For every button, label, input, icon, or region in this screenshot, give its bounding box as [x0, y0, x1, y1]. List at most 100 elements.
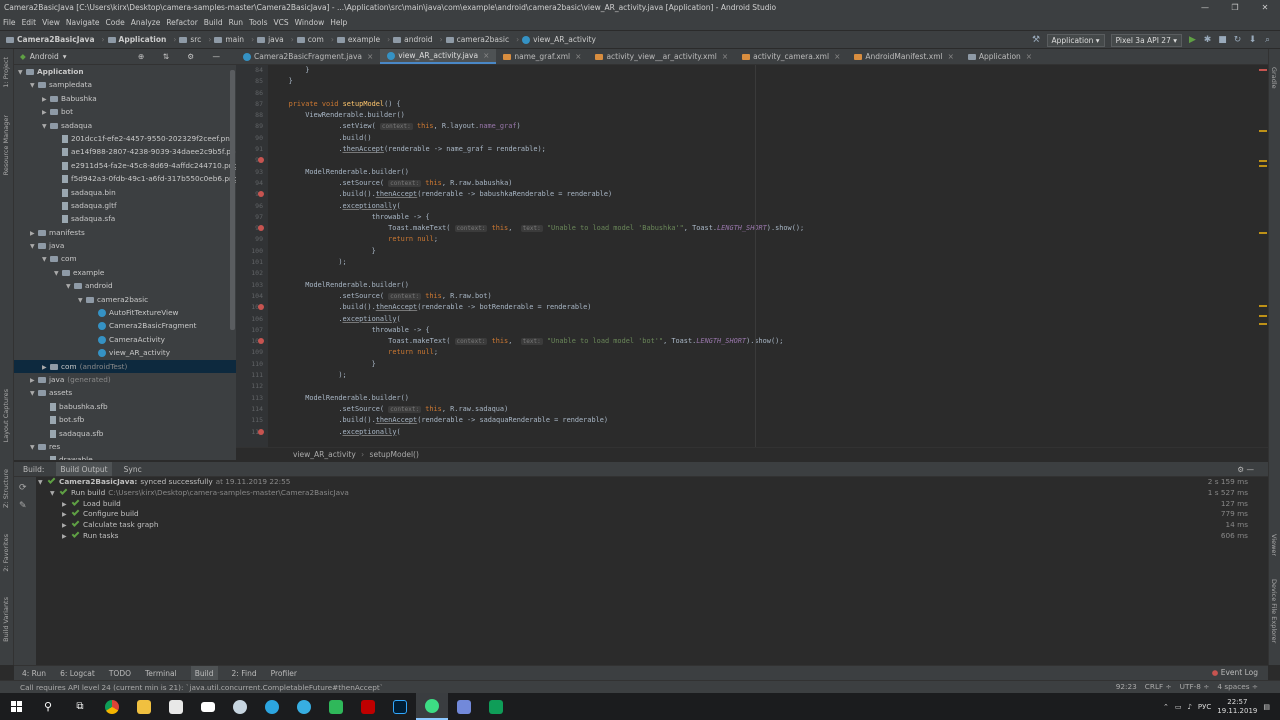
chevron-down-icon[interactable]: ▾ — [63, 49, 67, 65]
network-icon[interactable]: ▭ — [1175, 703, 1182, 711]
hammer-icon[interactable]: ⚒ — [1032, 35, 1041, 45]
tree-item[interactable]: e2911d54-fa2e-45c8-8d69-4affdc244710.png — [14, 159, 236, 172]
sdk-icon[interactable]: ⬇ — [1248, 35, 1257, 45]
menu-item-analyze[interactable]: Analyze — [128, 18, 164, 27]
expand-arrow-icon[interactable]: ▼ — [42, 120, 50, 133]
tree-item[interactable]: ▶ com (androidTest) — [14, 359, 236, 373]
code-line[interactable]: ViewRenderable.builder() — [268, 110, 1258, 121]
mail-icon[interactable] — [192, 693, 224, 720]
expand-arrow-icon[interactable]: ▼ — [30, 240, 38, 253]
tab-file[interactable]: activity_camera.xml × — [735, 49, 847, 64]
tree-item[interactable]: ▶ bot — [14, 105, 236, 118]
tree-item[interactable]: ▼ sadaqua — [14, 119, 236, 132]
tool-tab-run[interactable]: 4: Run — [22, 666, 46, 680]
code-line[interactable]: Toast.makeText( context: this, text: "Un… — [268, 223, 1258, 234]
side-tab[interactable]: 2: Favorites — [2, 534, 10, 572]
gear-icon[interactable]: ⚙ — — [1233, 462, 1258, 476]
device-select[interactable]: Pixel 3a API 27 ▾ — [1110, 33, 1182, 47]
code-line[interactable]: throwable -> { — [268, 325, 1258, 336]
menu-item-refactor[interactable]: Refactor — [163, 18, 200, 27]
expand-arrow-icon[interactable]: ▼ — [18, 66, 26, 79]
breakpoint-icon[interactable] — [258, 191, 264, 198]
error-stripe-mark[interactable] — [1259, 315, 1267, 317]
tree-item[interactable]: bot.sfb — [14, 413, 236, 426]
tree-item[interactable]: drawable — [14, 453, 236, 460]
menu-item-build[interactable]: Build — [201, 18, 226, 27]
code-line[interactable]: .setSource( context: this, R.raw.sadaqua… — [268, 404, 1258, 415]
tab-file[interactable]: name_graf.xml × — [496, 49, 588, 64]
code-line[interactable]: } — [268, 359, 1258, 370]
tab-file[interactable]: view_AR_activity.java × — [380, 48, 497, 64]
expand-arrow-icon[interactable]: ▶ — [42, 93, 50, 106]
tab-file[interactable]: Application × — [961, 49, 1039, 64]
breadcrumb-item[interactable]: android — [393, 35, 433, 44]
code-line[interactable]: return null; — [268, 347, 1258, 358]
menu-item-run[interactable]: Run — [226, 18, 246, 27]
steam-icon[interactable] — [224, 693, 256, 720]
side-tab[interactable]: Resource Manager — [2, 115, 10, 175]
expand-arrow-icon[interactable]: ▶ — [30, 374, 38, 387]
close-icon[interactable]: × — [834, 49, 840, 65]
error-stripe-mark[interactable] — [1259, 323, 1267, 325]
refresh-icon[interactable]: ⟳ — [14, 477, 36, 499]
volume-icon[interactable]: ♪ — [1187, 703, 1191, 711]
breadcrumb-item[interactable]: src — [179, 35, 201, 44]
code-line[interactable]: } — [268, 65, 1258, 76]
tree-item[interactable]: ▼ Application — [14, 65, 236, 78]
minimize-button[interactable]: — — [1190, 0, 1220, 15]
pin-icon[interactable]: ✎ — [14, 499, 36, 513]
menu-item-help[interactable]: Help — [327, 18, 350, 27]
tree-item[interactable]: ▼ java — [14, 239, 236, 252]
expand-arrow-icon[interactable]: ▶ — [42, 106, 50, 119]
windows-start-icon[interactable] — [0, 693, 32, 720]
stop-icon[interactable]: ■ — [1218, 35, 1227, 45]
tab-file[interactable]: activity_view__ar_activity.xml × — [588, 49, 735, 64]
file-encoding[interactable]: UTF-8 ÷ — [1180, 680, 1210, 693]
build-row[interactable]: ▶ Configure build 779 ms — [36, 508, 1268, 520]
breadcrumb-item[interactable]: Application — [107, 35, 166, 44]
close-button[interactable]: ✕ — [1250, 0, 1280, 15]
side-tab[interactable]: Viewer — [1270, 534, 1278, 556]
tree-item[interactable]: ▼ assets — [14, 386, 236, 399]
code-line[interactable]: .setSource( context: this, R.raw.bot) — [268, 291, 1258, 302]
breadcrumb-class[interactable]: view_AR_activity — [293, 450, 356, 459]
code-line[interactable]: return null; — [268, 234, 1258, 245]
code-line[interactable] — [268, 88, 1258, 99]
tool-tab-profiler[interactable]: Profiler — [271, 666, 297, 680]
debug-icon[interactable]: ✱ — [1203, 35, 1212, 45]
event-log-button[interactable]: ● Event Log — [1212, 665, 1258, 680]
tree-item[interactable]: view_AR_activity — [14, 346, 236, 359]
tree-item[interactable]: ▼ sampledata — [14, 78, 236, 91]
code-editor[interactable]: } } private void setupModel() { ViewRend… — [268, 65, 1258, 447]
code-line[interactable]: ModelRenderable.builder() — [268, 393, 1258, 404]
tree-item[interactable]: CameraActivity — [14, 333, 236, 346]
tree-scrollbar[interactable] — [230, 70, 235, 330]
breakpoint-icon[interactable] — [258, 304, 264, 311]
tree-item[interactable]: Camera2BasicFragment — [14, 319, 236, 332]
telegram-icon[interactable] — [256, 693, 288, 720]
side-tab[interactable]: Gradle — [1270, 67, 1278, 89]
side-tab[interactable]: Layout Captures — [2, 389, 10, 442]
breadcrumb-item[interactable]: example — [336, 35, 380, 44]
side-tab[interactable]: 1: Project — [2, 57, 10, 88]
code-line[interactable]: .build().thenAccept(renderable -> sadaqu… — [268, 415, 1258, 426]
tool-tab-logcat[interactable]: 6: Logcat — [60, 666, 95, 680]
app-green-icon[interactable] — [320, 693, 352, 720]
chrome-icon[interactable] — [96, 693, 128, 720]
maximize-button[interactable]: ❐ — [1220, 0, 1250, 15]
breakpoint-icon[interactable] — [258, 225, 264, 232]
android-studio-icon[interactable] — [416, 693, 448, 720]
breadcrumb-item[interactable]: main — [214, 35, 244, 44]
menu-item-edit[interactable]: Edit — [19, 18, 40, 27]
code-line[interactable]: .exceptionally( — [268, 201, 1258, 212]
code-line[interactable] — [268, 268, 1258, 279]
code-line[interactable]: .thenAccept(renderable -> name_graf = re… — [268, 144, 1258, 155]
side-tab[interactable]: Build Variants — [2, 597, 10, 642]
code-line[interactable]: .exceptionally( — [268, 314, 1258, 325]
code-line[interactable]: .build().thenAccept(renderable -> babush… — [268, 189, 1258, 200]
error-stripe-mark[interactable] — [1259, 165, 1267, 167]
menu-item-file[interactable]: File — [0, 18, 19, 27]
code-line[interactable]: Toast.makeText( context: this, text: "Un… — [268, 336, 1258, 347]
close-icon[interactable]: × — [483, 48, 489, 64]
code-line[interactable] — [268, 381, 1258, 392]
